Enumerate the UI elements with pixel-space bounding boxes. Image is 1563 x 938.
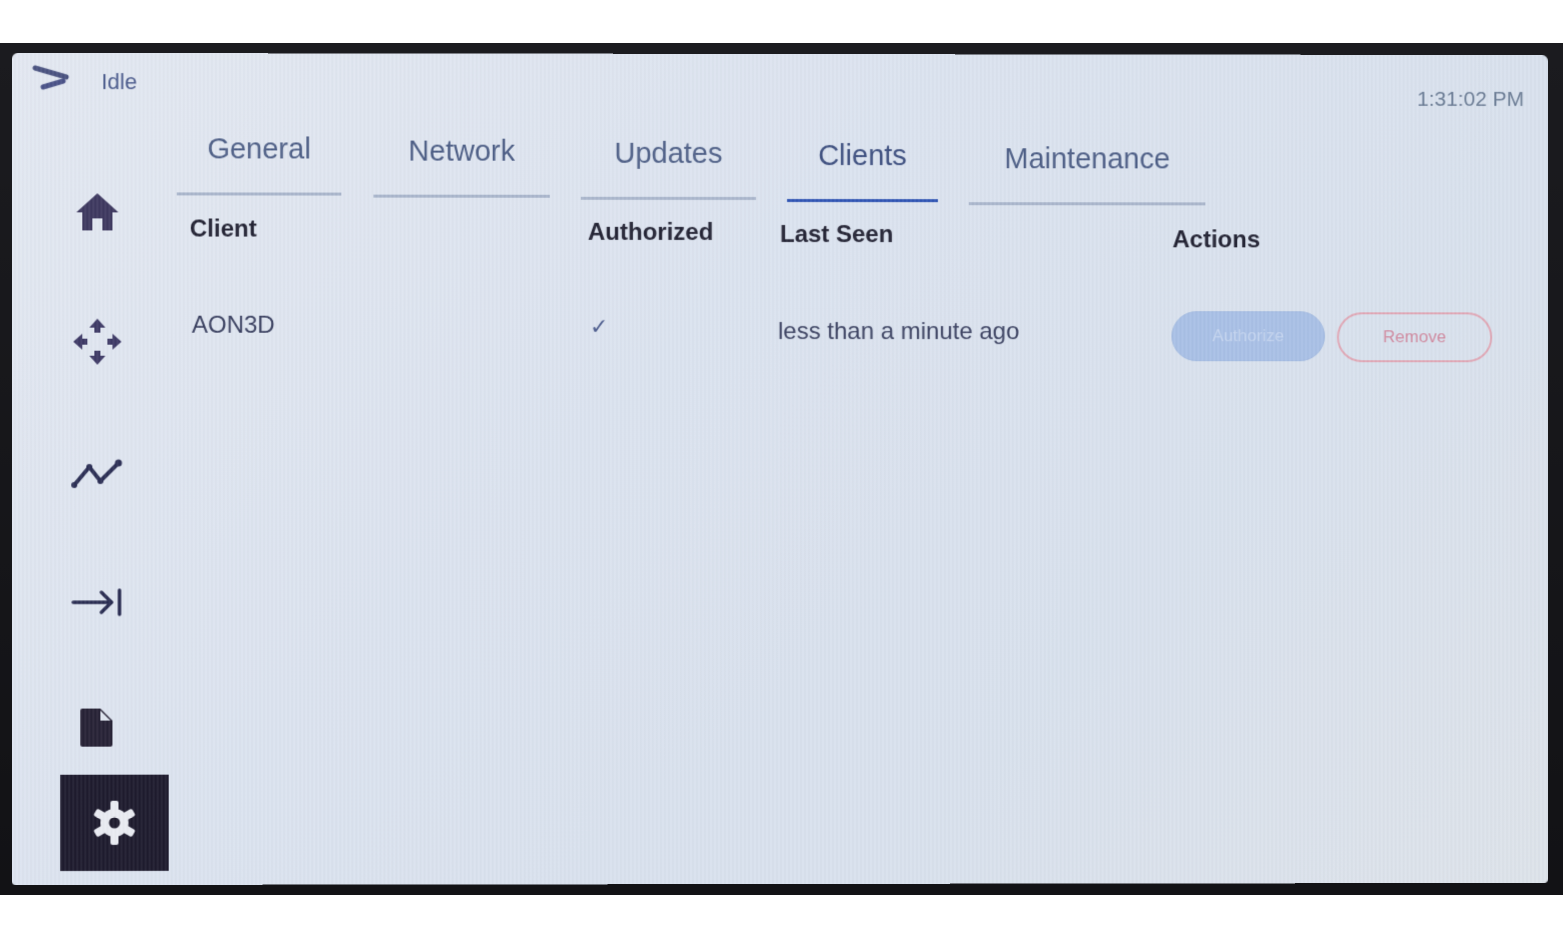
tab-active-underline <box>786 199 938 203</box>
column-header-last-seen: Last Seen <box>780 220 894 249</box>
settings-tabs: General Network Updates Clients Maintena… <box>176 123 1228 206</box>
sidebar-item-home[interactable] <box>42 163 153 259</box>
tab-underline <box>176 192 342 196</box>
tab-label: Network <box>408 135 515 168</box>
last-seen-value: less than a minute ago <box>778 317 1020 346</box>
column-header-actions: Actions <box>1172 226 1261 254</box>
line-chart-icon <box>71 459 122 489</box>
clients-table: Client Authorized Last Seen Actions AON3… <box>188 213 1527 363</box>
sidebar-item-graph[interactable] <box>42 424 153 520</box>
tab-underline <box>580 196 756 200</box>
table-row: AON3D ✓ less than a minute ago Authorize… <box>188 213 1527 363</box>
home-icon <box>76 192 119 230</box>
tab-updates[interactable]: Updates <box>580 128 756 200</box>
sidebar-item-files[interactable] <box>42 679 153 775</box>
sidebar-nav <box>42 133 173 885</box>
authorized-check-icon: ✓ <box>589 313 609 339</box>
table-header-row: Client Authorized Last Seen Actions <box>188 213 1527 253</box>
sidebar-item-settings[interactable] <box>60 774 169 872</box>
logo-chevron-icon <box>32 65 69 90</box>
move-arrows-icon <box>73 317 122 364</box>
file-icon <box>80 708 113 747</box>
column-header-authorized: Authorized <box>587 218 714 246</box>
tab-label: General <box>207 133 311 166</box>
tab-general[interactable]: General <box>176 123 342 196</box>
arrow-to-bar-icon <box>69 586 125 618</box>
tab-underline <box>373 194 550 198</box>
remove-button[interactable]: Remove <box>1336 312 1493 363</box>
tab-label: Maintenance <box>1004 143 1170 176</box>
clock: 1:31:02 PM <box>1417 87 1525 111</box>
tab-label: Updates <box>614 137 723 170</box>
tab-label: Clients <box>818 140 907 173</box>
authorize-button[interactable]: Authorize <box>1171 311 1325 362</box>
tab-clients[interactable]: Clients <box>786 130 938 203</box>
tab-maintenance[interactable]: Maintenance <box>968 133 1206 206</box>
tab-underline <box>968 202 1206 206</box>
gear-icon <box>93 800 136 845</box>
client-name: AON3D <box>191 311 275 339</box>
column-header-client: Client <box>189 215 257 243</box>
sidebar-item-move[interactable] <box>42 294 153 390</box>
sidebar-item-extrude[interactable] <box>42 554 153 650</box>
status-bar: Idle 1:31:02 PM <box>12 53 1548 115</box>
tab-network[interactable]: Network <box>373 126 550 198</box>
device-screen: Idle 1:31:02 PM General Network Updates … <box>11 52 1548 886</box>
printer-status: Idle <box>101 69 138 95</box>
